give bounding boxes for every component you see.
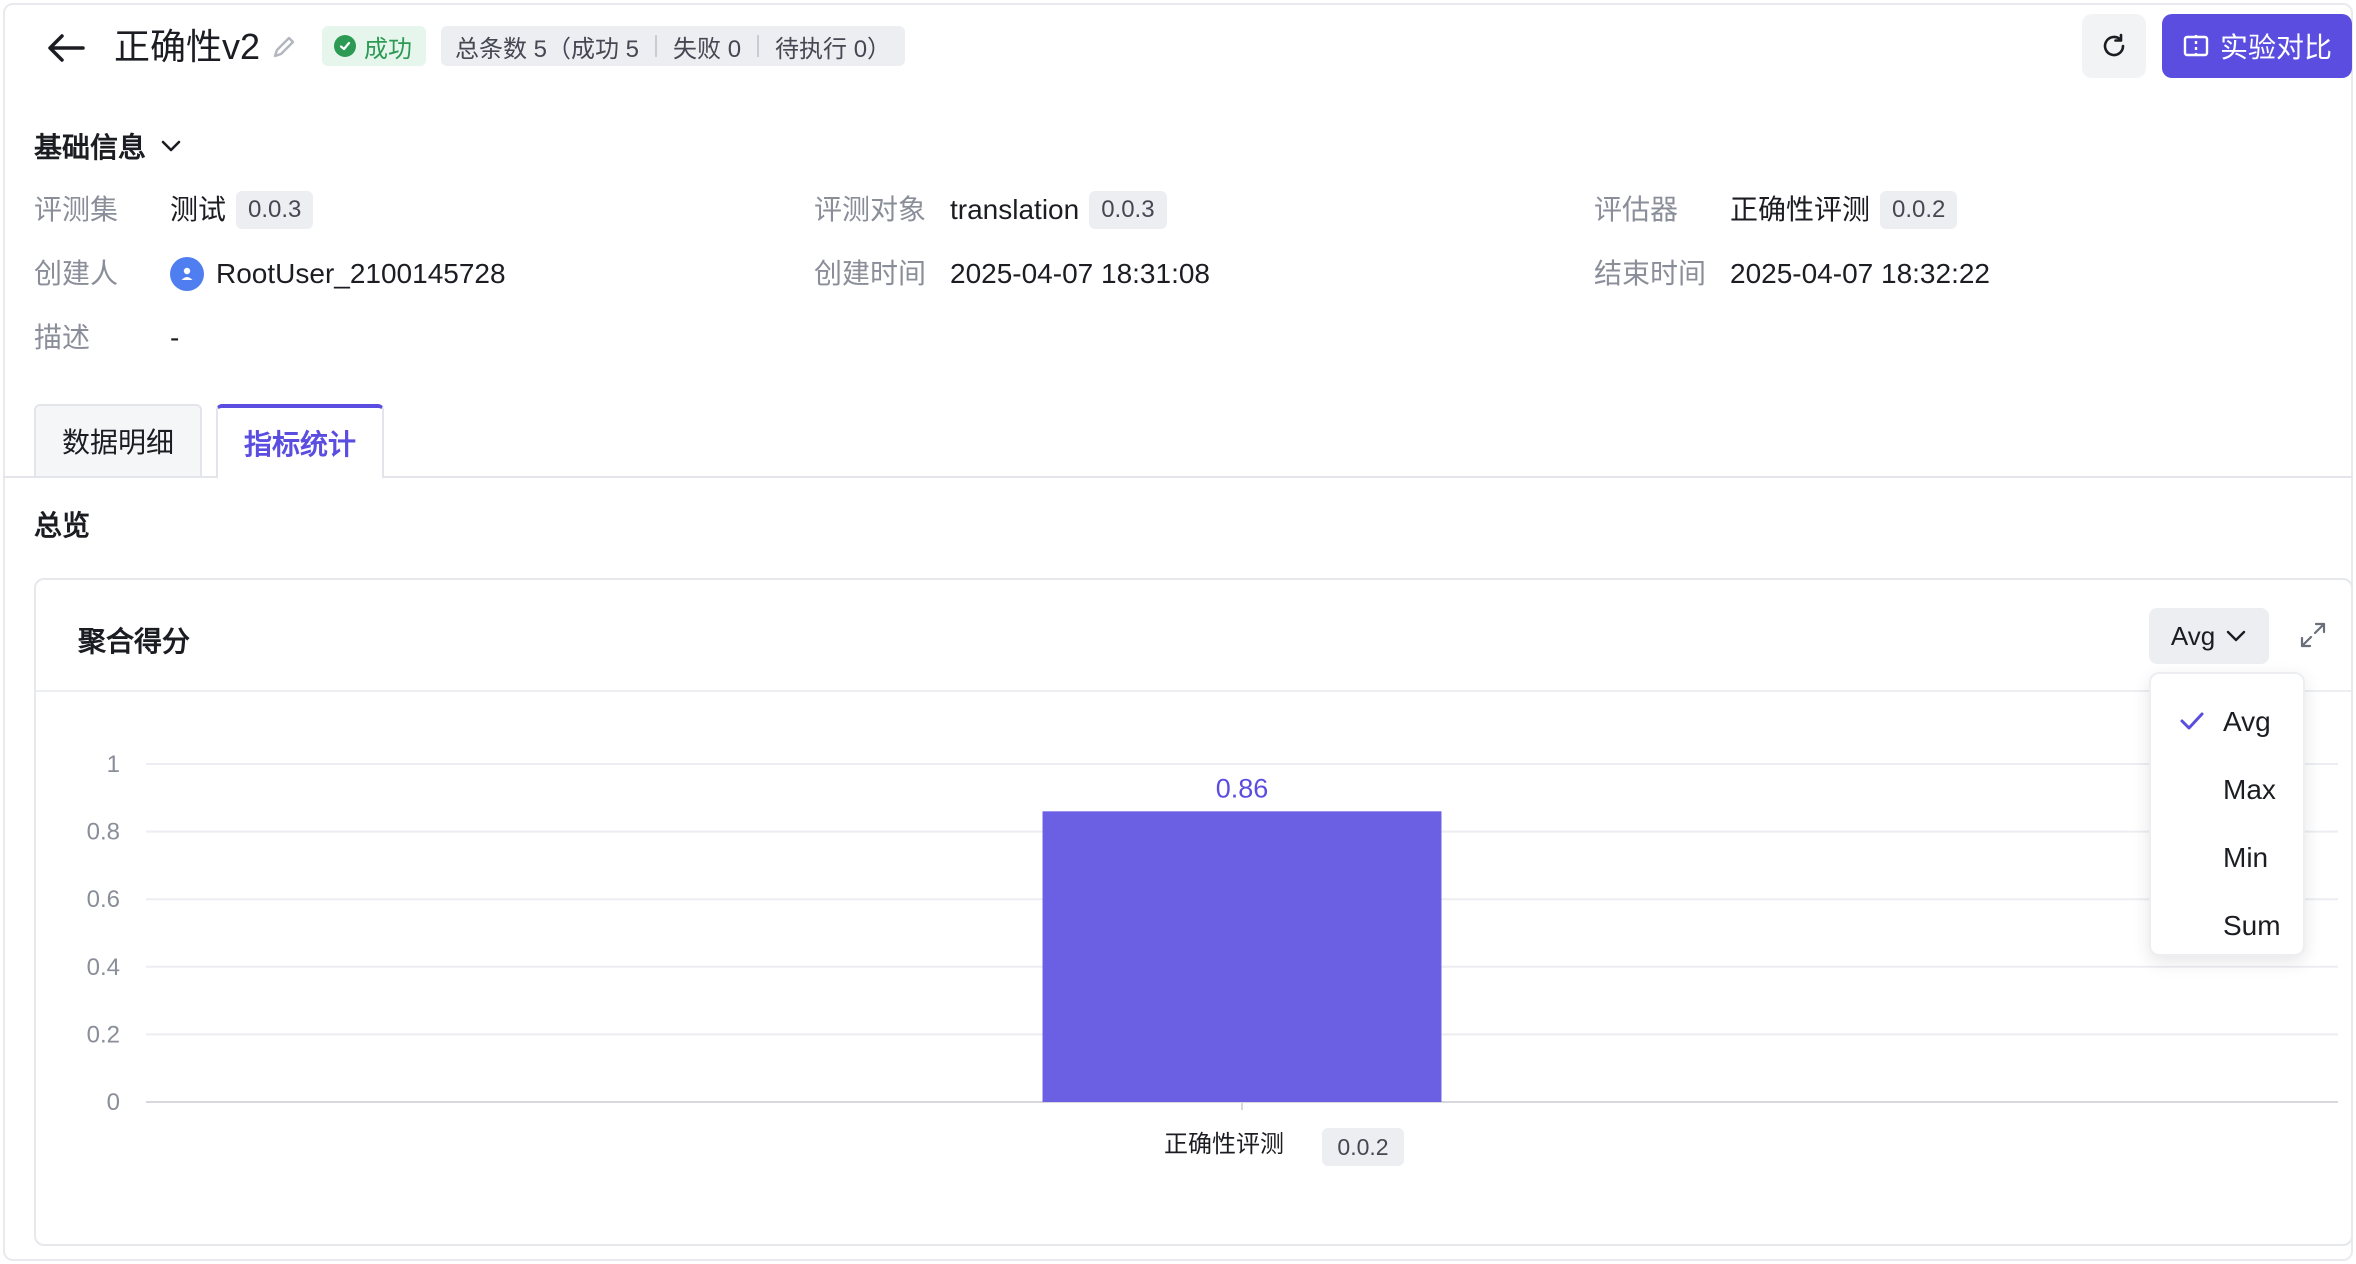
evaluator-version-tag: 0.0.2: [1880, 191, 1958, 229]
refresh-icon: [2103, 33, 2125, 57]
aggregation-selected-value: Avg: [2170, 620, 2216, 651]
description-value: -: [170, 322, 180, 353]
aggregation-option-label: Sum: [2223, 910, 2281, 941]
y-tick-label: 0.4: [87, 954, 120, 981]
page-header: 正确性v2 成功 总条数 5（成功 5 失败 0 待执行 0） 实验对比: [0, 0, 2356, 95]
tab-bar: 数据明细 指标统计: [34, 404, 385, 478]
y-tick-label: 1: [107, 751, 120, 778]
chevron-down-icon: [2226, 630, 2246, 642]
data-label: 0.86: [1216, 773, 1269, 803]
edit-icon[interactable]: [270, 33, 298, 61]
aggregation-option-max[interactable]: Max: [2151, 756, 2303, 824]
count-failed: 失败 0: [673, 35, 742, 63]
creator-label: 创建人: [34, 258, 119, 289]
compare-label: 实验对比: [2219, 32, 2332, 63]
y-tick-label: 0.8: [87, 819, 120, 846]
x-tick-version-label: 0.0.2: [1337, 1134, 1388, 1160]
count-summary-badge: 总条数 5（成功 5 失败 0 待执行 0）: [441, 26, 906, 66]
aggregation-option-sum[interactable]: Sum: [2151, 892, 2303, 960]
compare-icon: [2183, 35, 2209, 57]
expand-icon[interactable]: [2298, 620, 2328, 650]
creator-value: RootUser_2100145728: [216, 258, 506, 289]
divider: [757, 35, 760, 57]
y-tick-label: 0.2: [87, 1021, 120, 1048]
eval-target-version-tag: 0.0.3: [1089, 191, 1167, 229]
overview-title: 总览: [34, 510, 91, 541]
arrow-left-icon: [48, 34, 85, 62]
eval-target-label: 评测对象: [814, 194, 927, 225]
eval-set-label: 评测集: [34, 194, 119, 225]
eval-set-version-tag: 0.0.3: [236, 191, 314, 229]
creator-value-group: RootUser_2100145728: [170, 254, 506, 294]
basic-info-toggle[interactable]: 基础信息: [34, 126, 182, 166]
check-icon: [2180, 712, 2204, 730]
aggregate-score-card: 聚合得分 Avg 0 0.2 0.4 0.6 0.8 1 0.86 正确性评测 0.0.2: [34, 578, 2353, 1246]
basic-info-title: 基础信息: [34, 132, 147, 163]
aggregation-option-min[interactable]: Min: [2151, 824, 2303, 892]
eval-set-value-group: 测试 0.0.3: [170, 190, 314, 230]
eval-set-value[interactable]: 测试: [170, 190, 226, 230]
aggregation-option-label: Avg: [2223, 706, 2271, 737]
page-title: 正确性v2: [114, 26, 261, 67]
avatar: [170, 257, 204, 291]
evaluator-value-group: 正确性评测 0.0.2: [1730, 190, 1958, 230]
back-button[interactable]: [44, 26, 88, 70]
aggregation-select[interactable]: Avg: [2149, 608, 2269, 664]
user-icon: [181, 267, 193, 280]
bar-chart: 0 0.2 0.4 0.6 0.8 1 0.86 正确性评测 0.0.2: [87, 751, 2338, 1166]
status-badge: 成功: [322, 26, 426, 66]
created-time-value: 2025-04-07 18:31:08: [950, 258, 1210, 289]
end-time-value: 2025-04-07 18:32:22: [1730, 258, 1990, 289]
aggregation-option-avg[interactable]: Avg: [2151, 688, 2303, 756]
count-pending: 待执行 0）: [775, 35, 892, 63]
card-header: 聚合得分 Avg: [36, 580, 2351, 692]
description-label: 描述: [34, 322, 91, 353]
divider: [655, 35, 658, 57]
y-tick-label: 0.6: [87, 886, 120, 913]
status-text: 成功: [364, 35, 412, 63]
bar: [1042, 811, 1442, 1102]
end-time-label: 结束时间: [1594, 258, 1707, 289]
y-tick-label: 0: [107, 1089, 120, 1116]
refresh-button[interactable]: [2082, 14, 2146, 78]
created-time-label: 创建时间: [814, 258, 927, 289]
check-circle-icon: [334, 35, 356, 57]
evaluator-label: 评估器: [1594, 194, 1679, 225]
eval-target-value-group: translation 0.0.3: [950, 190, 1167, 230]
aggregation-dropdown: Avg Max Min Sum: [2149, 672, 2305, 956]
experiment-compare-button[interactable]: 实验对比: [2162, 14, 2352, 78]
aggregation-option-label: Max: [2223, 774, 2276, 805]
tab-data-detail[interactable]: 数据明细: [34, 404, 203, 476]
count-total: 总条数 5（成功 5: [455, 35, 640, 63]
eval-target-value[interactable]: translation: [950, 190, 1079, 230]
tab-metric-stats[interactable]: 指标统计: [216, 404, 385, 478]
chevron-down-icon: [161, 140, 181, 152]
card-title: 聚合得分: [78, 626, 191, 657]
aggregation-option-label: Min: [2223, 842, 2269, 873]
evaluator-value[interactable]: 正确性评测: [1730, 190, 1870, 230]
x-tick-label: 正确性评测: [1164, 1131, 1284, 1158]
